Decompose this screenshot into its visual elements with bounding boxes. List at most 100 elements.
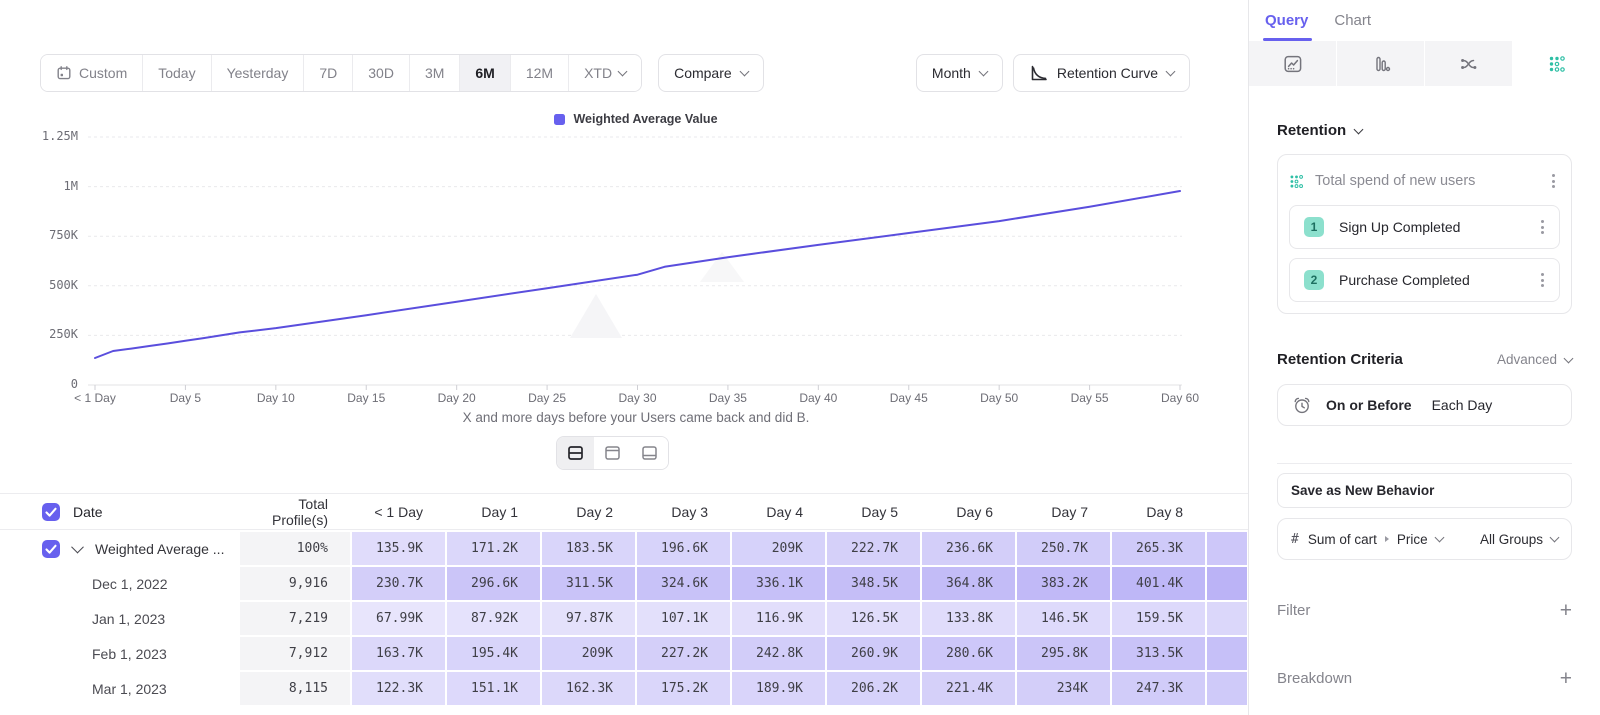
value-cell: 107.1K: [637, 602, 730, 635]
table-only-view-button[interactable]: [631, 437, 668, 469]
row-label-cell[interactable]: Dec 1, 2022: [0, 567, 238, 600]
retention-table: DateTotal Profile(s)< 1 DayDay 1Day 2Day…: [0, 493, 1248, 705]
range-custom[interactable]: Custom: [41, 55, 143, 91]
value-cell: 133.8K: [922, 602, 1015, 635]
date-range-group: CustomTodayYesterday7D30D 3M 6M 12M XTD: [40, 54, 642, 92]
x-axis-tick: Day 60: [1161, 391, 1199, 405]
value-cell: 146.5K: [1017, 602, 1110, 635]
column-header-lt-1-day[interactable]: < 1 Day: [352, 504, 445, 520]
column-header-day-6[interactable]: Day 6: [922, 504, 1015, 520]
range-12m[interactable]: 12M: [511, 55, 569, 91]
group-scope-dropdown[interactable]: All Groups: [1480, 532, 1558, 547]
retention-grid-icon: [1548, 55, 1566, 73]
value-cell: 260.9K: [827, 637, 920, 670]
kebab-menu-icon[interactable]: [1536, 215, 1549, 239]
checkbox-checked[interactable]: [42, 540, 60, 558]
row-label-cell[interactable]: Weighted Average ...: [0, 532, 238, 565]
range-30d[interactable]: 30D: [353, 55, 410, 91]
total-profiles-cell: 8,115: [240, 672, 350, 705]
chart-type-button[interactable]: Retention Curve: [1013, 54, 1190, 92]
value-cell: 280.6K: [922, 637, 1015, 670]
row-label-cell[interactable]: Jan 1, 2023: [0, 602, 238, 635]
column-header-day-8[interactable]: Day 8: [1112, 504, 1205, 520]
compare-label: Compare: [674, 65, 732, 81]
column-header-day-7[interactable]: Day 7: [1017, 504, 1110, 520]
number-property-icon: #: [1291, 532, 1299, 547]
value-cell: 295.8K: [1017, 637, 1110, 670]
range-6m[interactable]: 6M: [460, 55, 510, 91]
column-header-date[interactable]: Date: [0, 503, 238, 521]
legend-label: Weighted Average Value: [573, 112, 717, 126]
column-header-total-profiles[interactable]: Total Profile(s): [240, 496, 350, 528]
range-3m[interactable]: 3M: [410, 55, 460, 91]
insights-report-button[interactable]: [1249, 41, 1336, 86]
range-label: 3M: [425, 65, 444, 81]
tab-chart[interactable]: Chart: [1334, 0, 1371, 41]
tab-query[interactable]: Query: [1265, 0, 1308, 41]
line-chart-icon: [1283, 54, 1303, 74]
compare-button[interactable]: Compare: [658, 54, 764, 92]
measurement-property-dropdown[interactable]: Sum of cart Price: [1308, 532, 1443, 547]
value-cell: 151.1K: [447, 672, 540, 705]
event-step-1[interactable]: 1 Sign Up Completed: [1289, 205, 1560, 249]
x-axis-tick: Day 45: [890, 391, 928, 405]
x-axis-tick: Day 15: [347, 391, 385, 405]
alarm-clock-icon: [1292, 395, 1312, 415]
granularity-button[interactable]: Month: [916, 54, 1003, 92]
save-as-new-behavior-button[interactable]: Save as New Behavior: [1277, 473, 1572, 508]
row-label-cell[interactable]: Mar 1, 2023: [0, 672, 238, 705]
column-header-day-1[interactable]: Day 1: [447, 504, 540, 520]
table-header-row: DateTotal Profile(s)< 1 DayDay 1Day 2Day…: [0, 493, 1248, 530]
retention-report-button[interactable]: [1513, 41, 1600, 86]
checkbox-checked[interactable]: [42, 503, 60, 521]
criteria-mode-dropdown[interactable]: Advanced: [1497, 352, 1572, 367]
event-step-2[interactable]: 2 Purchase Completed: [1289, 258, 1560, 302]
report-type-switcher: [1249, 41, 1600, 86]
x-axis-tick: < 1 Day: [74, 391, 116, 405]
retention-timing-row[interactable]: On or Before Each Day: [1277, 384, 1572, 426]
table-row: Dec 1, 20229,916230.7K296.6K311.5K324.6K…: [0, 567, 1248, 600]
value-cell: 242.8K: [732, 637, 825, 670]
x-axis-tick: Day 20: [438, 391, 476, 405]
add-filter-button[interactable]: +: [1560, 600, 1572, 621]
chevron-down-icon: [1434, 533, 1444, 543]
table-row: Jan 1, 20237,21967.99K87.92K97.87K107.1K…: [0, 602, 1248, 635]
filter-section-label: Filter: [1277, 602, 1310, 619]
query-sidebar: Query Chart: [1248, 0, 1600, 715]
range-yesterday[interactable]: Yesterday: [212, 55, 305, 91]
value-cell: 122.3K: [352, 672, 445, 705]
range-today[interactable]: Today: [143, 55, 211, 91]
value-cell: 383.2K: [1017, 567, 1110, 600]
funnels-report-button[interactable]: [1337, 41, 1424, 86]
column-header-day-4[interactable]: Day 4: [732, 504, 825, 520]
row-expander-icon[interactable]: [71, 541, 84, 554]
flows-report-button[interactable]: [1425, 41, 1512, 86]
chevron-down-icon: [618, 67, 628, 77]
row-label-cell[interactable]: Feb 1, 2023: [0, 637, 238, 670]
value-cell: 324.6K: [637, 567, 730, 600]
value-cell: 116.9K: [732, 602, 825, 635]
report-type-dropdown[interactable]: Retention: [1277, 122, 1572, 139]
column-header-day-5[interactable]: Day 5: [827, 504, 920, 520]
range-7d[interactable]: 7D: [304, 55, 353, 91]
value-cell: 311.5K: [542, 567, 635, 600]
split-view-button[interactable]: [557, 437, 594, 469]
timing-operator: On or Before: [1326, 397, 1412, 413]
behavior-title[interactable]: Total spend of new users: [1315, 173, 1536, 189]
value-cell: 162.3K: [542, 672, 635, 705]
behavior-card: Total spend of new users 1 Sign Up Compl…: [1277, 154, 1572, 314]
add-breakdown-button[interactable]: +: [1560, 668, 1572, 689]
value-cell: 222.7K: [827, 532, 920, 565]
total-profiles-cell: 9,916: [240, 567, 350, 600]
column-header-day-2[interactable]: Day 2: [542, 504, 635, 520]
value-cell: 206.2K: [827, 672, 920, 705]
y-axis-tick: 500K: [4, 278, 78, 292]
kebab-menu-icon[interactable]: [1536, 268, 1549, 292]
range-xtd[interactable]: XTD: [569, 55, 641, 91]
value-cell: 227.2K: [637, 637, 730, 670]
chart-only-view-button[interactable]: [594, 437, 631, 469]
kebab-menu-icon[interactable]: [1547, 169, 1560, 193]
column-header-day-3[interactable]: Day 3: [637, 504, 730, 520]
range-label: 12M: [526, 65, 553, 81]
value-cell: 159.5K: [1112, 602, 1205, 635]
